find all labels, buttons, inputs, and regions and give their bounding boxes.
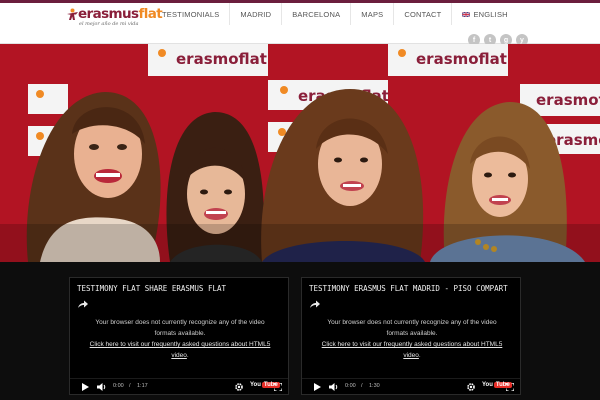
video-controls: 0:00 / 1:30 You Tube <box>302 378 520 394</box>
volume-icon[interactable] <box>329 383 339 391</box>
faq-link[interactable]: video <box>403 352 419 359</box>
message-period: . <box>186 352 189 359</box>
faq-link[interactable]: Click here to visit our frequently asked… <box>80 339 280 350</box>
share-icon[interactable] <box>310 300 320 308</box>
site-header: erasmusflat el mejor año de mi vida TEST… <box>0 3 600 46</box>
time-separator: / <box>129 383 131 389</box>
nav-madrid[interactable]: MADRID <box>229 3 281 25</box>
site-logo[interactable]: erasmusflat el mejor año de mi vida <box>66 6 163 28</box>
language-label: ENGLISH <box>473 9 508 19</box>
nav-barcelona[interactable]: BARCELONA <box>281 3 350 25</box>
nav-maps[interactable]: MAPS <box>350 3 393 25</box>
video-section: TESTIMONY FLAT SHARE ERASMUS FLAT Your b… <box>0 262 600 400</box>
settings-gear-icon[interactable] <box>235 383 243 391</box>
video-controls: 0:00 / 1:17 You Tube <box>70 378 288 394</box>
video-title[interactable]: TESTIMONY FLAT SHARE ERASMUS FLAT <box>77 284 287 293</box>
duration: 1:30 <box>369 383 380 389</box>
message-line: formats available. <box>154 330 206 337</box>
nav-contact[interactable]: CONTACT <box>393 3 451 25</box>
message-period: . <box>418 352 421 359</box>
play-icon[interactable] <box>314 383 321 391</box>
youtube-word-you: You <box>482 382 493 388</box>
current-time: 0:00 <box>345 383 356 389</box>
video-title[interactable]: TESTIMONY ERASMUS FLAT MADRID - PISO COM… <box>309 284 519 293</box>
logo-word-main: erasmus <box>78 6 139 22</box>
duration: 1:17 <box>137 383 148 389</box>
fullscreen-icon[interactable] <box>274 383 282 391</box>
video-unsupported-message: Your browser does not currently recogniz… <box>80 317 280 361</box>
message-line: Your browser does not currently recogniz… <box>327 319 497 326</box>
hero-photo: erasmoflat erasmoflat erasmoflat erasmof… <box>0 44 600 262</box>
nav-testimonials[interactable]: TESTIMONIALS <box>152 3 229 25</box>
logo-wordmark: erasmusflat <box>78 6 163 22</box>
current-time: 0:00 <box>113 383 124 389</box>
volume-icon[interactable] <box>97 383 107 391</box>
settings-gear-icon[interactable] <box>467 383 475 391</box>
play-icon[interactable] <box>82 383 89 391</box>
hero-banner-text-1: erasmoflat <box>176 50 267 68</box>
nav-language-english[interactable]: ENGLISH <box>451 3 517 25</box>
faq-link[interactable]: video <box>171 352 187 359</box>
main-nav: TESTIMONIALS MADRID BARCELONA MAPS CONTA… <box>152 3 518 25</box>
youtube-word-you: You <box>250 382 261 388</box>
share-icon[interactable] <box>78 300 88 308</box>
video-player-1[interactable]: TESTIMONY FLAT SHARE ERASMUS FLAT Your b… <box>69 277 289 395</box>
uk-flag-icon <box>462 11 471 17</box>
video-unsupported-message: Your browser does not currently recogniz… <box>312 317 512 361</box>
message-line: Your browser does not currently recogniz… <box>95 319 265 326</box>
hero-photo-illustration: erasmoflat erasmoflat erasmoflat erasmof… <box>0 44 600 262</box>
video-player-2[interactable]: TESTIMONY ERASMUS FLAT MADRID - PISO COM… <box>301 277 521 395</box>
logo-tagline: el mejor año de mi vida <box>79 21 139 27</box>
hero-banner-text-2: erasmoflat <box>416 50 507 68</box>
fullscreen-icon[interactable] <box>506 383 514 391</box>
message-line: formats available. <box>386 330 438 337</box>
time-separator: / <box>361 383 363 389</box>
hero-banner-text-4: erasmoflat <box>536 91 600 109</box>
faq-link[interactable]: Click here to visit our frequently asked… <box>312 339 512 350</box>
